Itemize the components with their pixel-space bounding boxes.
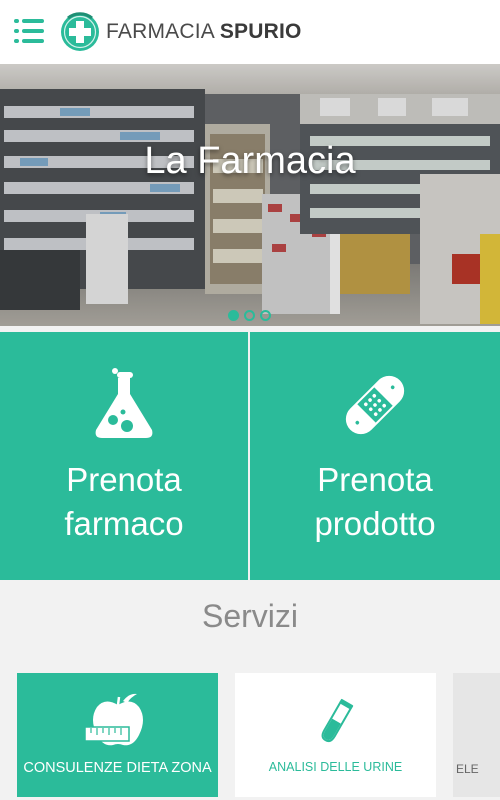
- prenota-farmaco-label: Prenota farmaco: [0, 458, 248, 546]
- bandage-icon: [345, 375, 405, 435]
- hero-title: La Farmacia: [144, 140, 356, 182]
- apple-tape-measure-icon: [84, 693, 143, 746]
- prenota-farmaco-button[interactable]: Prenota farmaco: [0, 332, 248, 580]
- services-heading: Servizi: [201, 598, 298, 634]
- service-label-partial: ELE: [456, 762, 479, 776]
- hero-slider[interactable]: La Farmacia: [0, 64, 500, 326]
- prenota-prodotto-line1: Prenota: [317, 461, 433, 498]
- service-card-partial[interactable]: ELE: [453, 673, 500, 797]
- slide-dot-3[interactable]: [260, 310, 271, 321]
- prenota-farmaco-line2: farmaco: [64, 505, 184, 542]
- prenota-prodotto-button[interactable]: Prenota prodotto: [250, 332, 500, 580]
- brand-suffix: SPURIO: [219, 20, 302, 43]
- slide-dot-1[interactable]: [228, 310, 239, 321]
- hamburger-menu-icon[interactable]: [14, 19, 44, 45]
- brand-prefix: FARMACIA: [106, 20, 220, 43]
- pharmacy-interior-image: [0, 64, 500, 326]
- prenota-prodotto-label: Prenota prodotto: [250, 458, 500, 546]
- prenota-prodotto-line2: prodotto: [314, 505, 436, 542]
- test-tube-icon: [321, 698, 353, 743]
- pharmacy-cross-logo-icon[interactable]: [60, 12, 100, 52]
- brand-name[interactable]: FARMACIA SPURIO: [106, 20, 302, 44]
- slide-dot-2[interactable]: [244, 310, 255, 321]
- prenota-farmaco-line1: Prenota: [66, 461, 182, 498]
- flask-icon: [95, 368, 153, 438]
- service-label-analisi-urine: ANALISI DELLE URINE: [268, 760, 403, 774]
- service-card-dieta-zona[interactable]: CONSULENZE DIETA ZONA: [17, 673, 218, 797]
- app-header: FARMACIA SPURIO: [0, 0, 500, 64]
- service-label-dieta-zona: CONSULENZE DIETA ZONA: [23, 760, 212, 776]
- slider-pagination: [228, 310, 276, 322]
- service-card-analisi-urine[interactable]: ANALISI DELLE URINE: [235, 673, 436, 797]
